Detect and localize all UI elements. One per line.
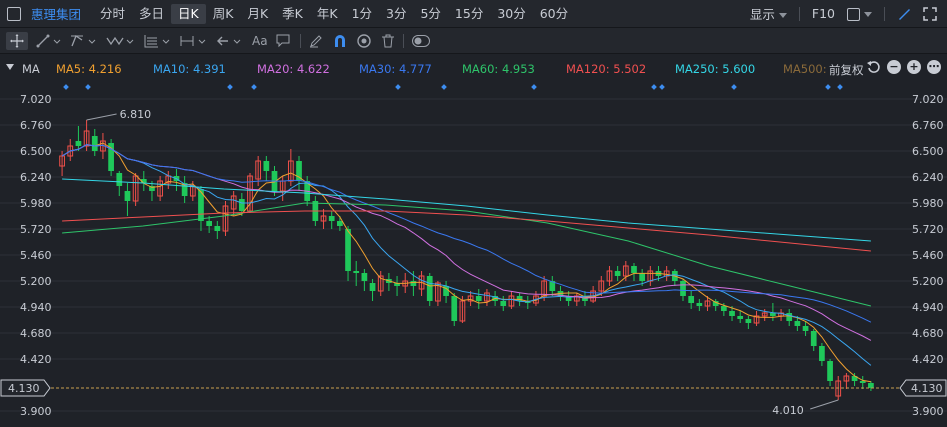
y-tick-label-right: 4.680: [912, 327, 944, 340]
candle-body: [75, 141, 82, 146]
candle-body: [214, 226, 221, 231]
event-marker: [651, 84, 657, 90]
candle-body: [238, 199, 245, 211]
candle-body: [614, 271, 621, 276]
low-annotation: 4.010: [772, 404, 804, 417]
candle-body: [859, 381, 866, 383]
event-marker: [659, 84, 665, 90]
y-tick-label-left: 5.720: [20, 223, 52, 236]
long-ma-line: [62, 210, 871, 252]
ma-line: [61, 144, 872, 323]
event-marker: [731, 84, 737, 90]
candle-body: [720, 306, 727, 311]
candle-body: [810, 331, 817, 346]
candle-body: [729, 311, 735, 316]
y-tick-label-right: 5.460: [912, 249, 944, 262]
candle-body: [737, 316, 744, 319]
event-marker: [395, 84, 401, 90]
y-tick-label-right: 6.240: [912, 171, 944, 184]
candle-body: [124, 191, 131, 201]
candle-body: [639, 273, 646, 281]
candle-body: [263, 161, 270, 171]
event-marker: [825, 84, 831, 90]
candle-body: [337, 221, 343, 226]
candle-body: [426, 276, 433, 301]
candle-body: [696, 303, 703, 306]
y-tick-label-left: 6.240: [20, 171, 52, 184]
candle-body: [345, 229, 351, 271]
candle-body: [786, 313, 793, 321]
event-marker: [85, 84, 91, 90]
candle-body: [827, 361, 833, 381]
candle-body: [206, 221, 213, 226]
event-marker: [441, 84, 447, 90]
candle-body: [353, 271, 360, 273]
y-tick-label-left: 3.900: [20, 405, 52, 418]
high-annotation: 6.810: [120, 108, 152, 121]
event-marker: [531, 84, 537, 90]
event-marker: [251, 84, 257, 90]
candle-body: [361, 273, 368, 281]
y-tick-label-left: 5.980: [20, 197, 52, 210]
candle-body: [410, 281, 417, 286]
y-tick-label-right: 4.420: [912, 353, 944, 366]
y-tick-label-right: 6.760: [912, 119, 944, 132]
candle-body: [868, 383, 874, 388]
y-tick-label-left: 4.420: [20, 353, 52, 366]
y-tick-label-right: 5.720: [912, 223, 944, 236]
candle-body: [369, 283, 376, 291]
low-annotation-line: [810, 399, 839, 410]
candlestick-chart[interactable]: 7.020 7.020 6.760 6.760 6.500 6.500 6.240 6.240…: [0, 0, 947, 427]
candle-body: [328, 216, 335, 221]
y-tick-label-left: 4.940: [20, 301, 52, 314]
candle-body: [770, 313, 776, 316]
y-tick-label-right: 6.500: [912, 145, 944, 158]
current-price-label-right: 4.130: [911, 382, 943, 395]
y-tick-label-right: 4.940: [912, 301, 944, 314]
y-tick-label-left: 5.200: [20, 275, 52, 288]
candle-body: [116, 173, 123, 186]
candle-body: [688, 296, 695, 303]
y-tick-label-left: 5.460: [20, 249, 52, 262]
candle-body: [680, 281, 686, 296]
candle-body: [745, 319, 752, 323]
candle-body: [631, 266, 637, 273]
candle-body: [819, 346, 825, 361]
y-tick-label-left: 4.680: [20, 327, 52, 340]
candle-body: [802, 326, 809, 331]
high-annotation-line: [86, 113, 117, 121]
ma-line: [61, 142, 871, 383]
y-tick-label-left: 6.760: [20, 119, 52, 132]
y-tick-label-right: 5.200: [912, 275, 944, 288]
event-marker: [63, 84, 69, 90]
y-tick-label-right: 3.900: [912, 405, 944, 418]
candle-body: [500, 301, 507, 306]
y-tick-label-right: 7.020: [912, 93, 944, 106]
candle-body: [475, 296, 482, 301]
y-tick-label-left: 7.020: [20, 93, 52, 106]
candle-body: [794, 321, 801, 326]
candle-body: [451, 296, 458, 321]
y-tick-label-right: 5.980: [912, 197, 944, 210]
candle-body: [91, 136, 98, 151]
y-tick-label-left: 6.500: [20, 145, 52, 158]
current-price-label-left: 4.130: [8, 382, 40, 395]
event-marker: [227, 84, 233, 90]
event-marker: [837, 84, 843, 90]
